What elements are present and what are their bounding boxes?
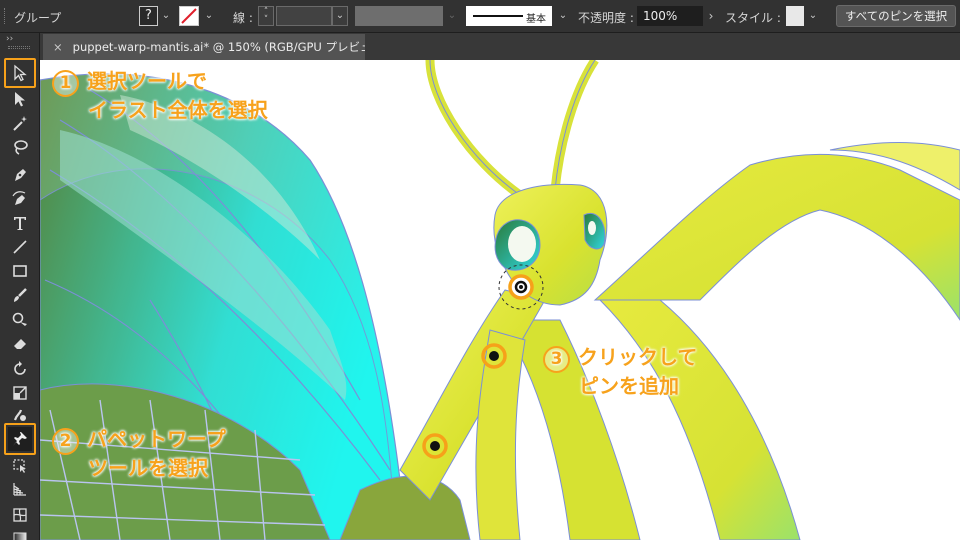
chevron-down-icon[interactable]: ⌄ bbox=[445, 8, 459, 24]
style-label: スタイル : bbox=[725, 11, 781, 25]
chevron-down-icon[interactable]: ⌄ bbox=[202, 8, 216, 24]
direct-selection-tool[interactable] bbox=[8, 87, 32, 111]
stroke-weight-input[interactable] bbox=[276, 6, 332, 26]
paintbrush-icon bbox=[14, 288, 27, 302]
brush-stroke-preview bbox=[473, 15, 523, 17]
magic-wand-icon bbox=[13, 116, 27, 131]
chevron-down-icon[interactable]: ⌄ bbox=[556, 8, 570, 24]
control-bar-grip[interactable] bbox=[4, 8, 7, 24]
chevron-down-icon[interactable]: ⌄ bbox=[806, 8, 820, 24]
control-bar: グループ ? ⌄ ⌄ 線 : ˄ ˅ ⌄ ⌄ 基本 ⌄ 不透明度 : 100% ›… bbox=[0, 0, 960, 33]
document-tab-title: puppet-warp-mantis.ai* @ 150% (RGB/GPU プ… bbox=[72, 40, 365, 54]
direct-selection-icon bbox=[15, 92, 25, 107]
selection-tool-highlight bbox=[4, 58, 36, 88]
fill-none-icon: ? bbox=[145, 8, 152, 23]
brush-name: 基本 bbox=[526, 14, 546, 25]
collapse-panel-icon[interactable]: ›› bbox=[6, 34, 13, 44]
stroke-weight-stepper[interactable]: ˄ ˅ bbox=[258, 6, 274, 26]
selection-type-label: グループ bbox=[14, 11, 62, 25]
opacity-input[interactable]: 100% bbox=[637, 6, 703, 26]
pen-tool[interactable] bbox=[8, 163, 32, 187]
lasso-icon bbox=[14, 140, 28, 155]
rectangle-icon bbox=[13, 265, 27, 277]
document-tab[interactable]: × puppet-warp-mantis.ai* @ 150% (RGB/GPU … bbox=[43, 34, 365, 60]
stroke-label: 線 : bbox=[233, 11, 253, 25]
tools-panel: ›› bbox=[0, 33, 40, 540]
perspective-grid-icon bbox=[13, 483, 26, 496]
brush-definition-select[interactable]: 基本 bbox=[466, 6, 552, 26]
mesh-icon bbox=[13, 508, 27, 522]
stroke-swatch[interactable] bbox=[179, 6, 199, 26]
artboard-canvas[interactable]: 1 選択ツールで イラスト全体を選択 2 パペットワープ ツールを選択 3 クリックし… bbox=[40, 60, 960, 540]
gradient-tool[interactable] bbox=[8, 527, 32, 540]
free-transform-tool[interactable] bbox=[8, 453, 32, 477]
illustrator-window: グループ ? ⌄ ⌄ 線 : ˄ ˅ ⌄ ⌄ 基本 ⌄ 不透明度 : 100% ›… bbox=[0, 0, 960, 540]
chevron-right-icon[interactable]: › bbox=[704, 8, 718, 24]
magic-wand-tool[interactable] bbox=[8, 111, 32, 135]
gradient-icon bbox=[13, 532, 27, 540]
puppet-warp-tool-highlight bbox=[4, 423, 36, 455]
annotation-step3: 3 クリックして ピンを追加 bbox=[543, 344, 697, 399]
annotation-step2: 2 パペットワープ ツールを選択 bbox=[52, 426, 226, 481]
stroke-none-icon bbox=[181, 8, 197, 24]
variable-width-profile[interactable] bbox=[355, 6, 443, 26]
line-segment-tool[interactable] bbox=[8, 235, 32, 259]
close-icon[interactable]: × bbox=[53, 34, 63, 60]
line-segment-icon bbox=[13, 240, 27, 254]
fill-swatch[interactable]: ? bbox=[139, 6, 158, 26]
paintbrush-tool[interactable] bbox=[8, 283, 32, 307]
rotate-tool[interactable] bbox=[8, 357, 32, 381]
mesh-tool[interactable] bbox=[8, 503, 32, 527]
pen-icon bbox=[15, 169, 26, 181]
select-all-pins-button[interactable]: すべてのピンを選択 bbox=[836, 5, 956, 27]
graphic-style-swatch[interactable] bbox=[786, 6, 804, 26]
curvature-pen-icon bbox=[12, 191, 26, 205]
scale-icon bbox=[13, 386, 27, 400]
warp-icon bbox=[13, 409, 26, 421]
lasso-tool[interactable] bbox=[8, 135, 32, 159]
opacity-label: 不透明度 : bbox=[578, 11, 634, 25]
curvature-tool[interactable] bbox=[8, 187, 32, 211]
panel-grip[interactable] bbox=[8, 46, 30, 49]
rectangle-tool[interactable] bbox=[8, 259, 32, 283]
rotate-icon bbox=[14, 361, 26, 375]
scale-tool[interactable] bbox=[8, 381, 32, 405]
type-tool[interactable] bbox=[8, 211, 32, 235]
eraser-icon bbox=[14, 339, 26, 349]
eraser-tool[interactable] bbox=[8, 331, 32, 355]
free-transform-icon bbox=[13, 459, 26, 473]
annotation-step1: 1 選択ツールで イラスト全体を選択 bbox=[52, 68, 268, 123]
shaper-tool[interactable] bbox=[8, 307, 32, 331]
type-icon bbox=[14, 217, 26, 230]
shaper-icon bbox=[12, 312, 27, 326]
perspective-grid-tool[interactable] bbox=[8, 477, 32, 501]
chevron-down-icon[interactable]: ⌄ bbox=[159, 8, 173, 24]
document-tab-bar: × puppet-warp-mantis.ai* @ 150% (RGB/GPU … bbox=[40, 33, 960, 60]
chevron-down-icon[interactable]: ⌄ bbox=[332, 6, 348, 26]
